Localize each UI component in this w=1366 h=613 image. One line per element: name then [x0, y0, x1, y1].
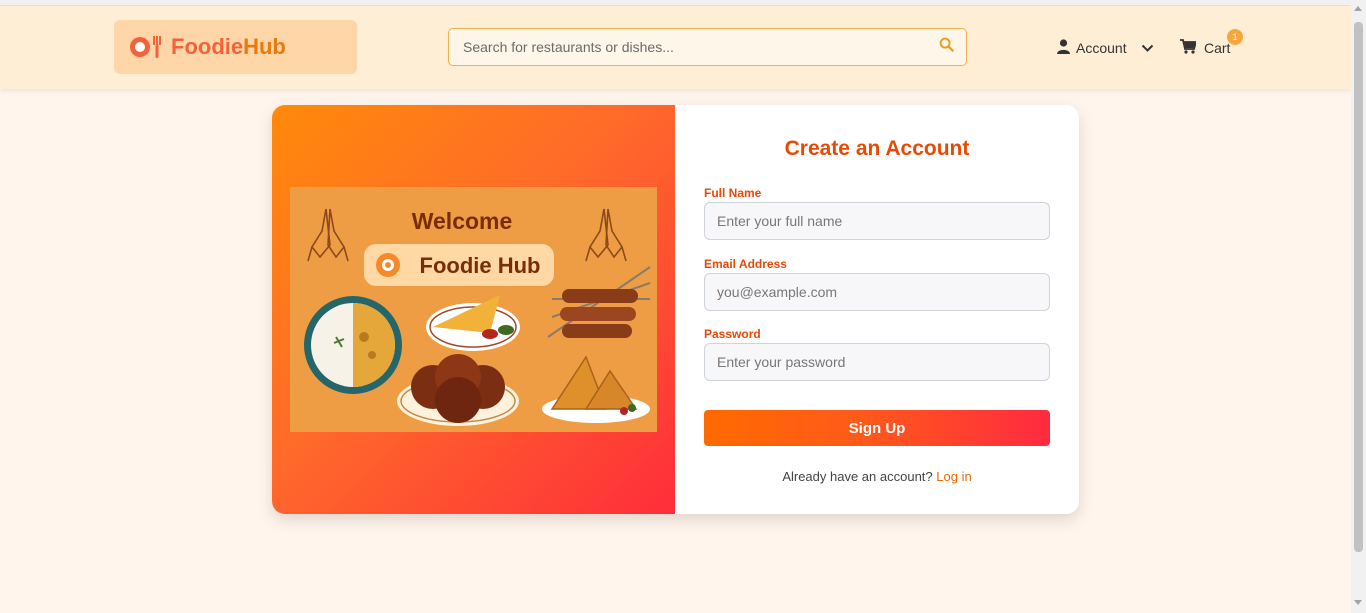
cart-button[interactable]: Cart 1 [1180, 29, 1243, 58]
full-name-label: Full Name [704, 186, 762, 200]
scroll-down-arrow-icon[interactable] [1354, 600, 1362, 605]
welcome-illustration: Welcome Foodie Hub [290, 187, 657, 432]
search-icon[interactable] [939, 37, 954, 57]
account-menu[interactable]: Account [1057, 38, 1154, 58]
scroll-up-arrow-icon[interactable] [1354, 6, 1362, 11]
sign-up-button[interactable]: Sign Up [704, 410, 1050, 446]
password-field[interactable] [704, 343, 1050, 381]
site-header: FoodieHub Account [0, 6, 1351, 89]
logo-text: FoodieHub [171, 34, 286, 59]
search-input[interactable] [463, 39, 939, 55]
praying-hands-icon [307, 208, 349, 262]
cart-label: Cart [1204, 40, 1231, 56]
logo-icon [130, 36, 161, 58]
gulab-jamun-plate-icon [397, 354, 519, 426]
password-label: Password [704, 327, 761, 341]
welcome-heading: Welcome [412, 208, 513, 234]
rice-bowl-icon [304, 296, 402, 394]
praying-hands-icon [585, 208, 627, 262]
chevron-down-icon [1141, 40, 1154, 56]
form-title: Create an Account [784, 137, 970, 160]
email-field[interactable] [704, 273, 1050, 311]
login-link[interactable]: Log in [936, 469, 971, 484]
scroll-thumb[interactable] [1354, 22, 1363, 552]
account-label: Account [1076, 40, 1127, 56]
samosa-plate-icon [542, 355, 650, 423]
page-scrollbar[interactable] [1351, 0, 1366, 613]
cart-count-badge: 1 [1227, 29, 1243, 45]
signup-card: Welcome Foodie Hub Create an Account Ful… [272, 105, 1079, 514]
login-prompt-text: Already have an account? [782, 469, 933, 484]
email-label: Email Address [704, 257, 787, 271]
full-name-field[interactable] [704, 202, 1050, 240]
site-logo[interactable]: FoodieHub [114, 20, 357, 74]
signup-form: Create an Account Full Name Email Addres… [675, 105, 1079, 514]
search-bar [448, 28, 967, 66]
user-icon [1057, 39, 1070, 57]
illustration-brand: Foodie Hub [420, 253, 541, 278]
dosa-plate-icon [426, 295, 520, 351]
kebab-skewers-icon [547, 266, 651, 338]
promo-panel: Welcome Foodie Hub [272, 105, 675, 514]
login-prompt: Already have an account? Log in [675, 469, 1079, 484]
cart-icon [1180, 39, 1198, 57]
